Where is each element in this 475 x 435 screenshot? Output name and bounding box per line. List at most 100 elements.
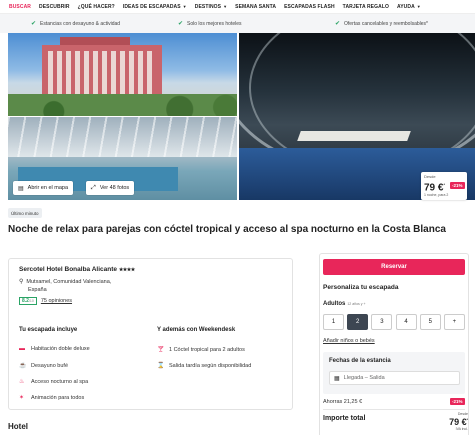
booking-panel: Reservar Personaliza tu escapada Adultos… [319, 253, 469, 435]
breakfast-icon: ☕ [19, 363, 27, 369]
perks-bar: ✔ Estancias con desayuno & actividad ✔ Sol… [0, 14, 475, 33]
photo-gallery: ▤ Abrir en el mapa ⤢ Ver 48 fotos [0, 33, 475, 200]
total-price: Desde 79 €* IVA incl. [442, 412, 468, 431]
divider [323, 409, 465, 410]
nav-item-que-hacer[interactable]: ¿QUÉ HACER? [78, 4, 115, 10]
include-item: ♨ Acceso nocturno al spa [19, 378, 89, 386]
expand-icon: ⤢ [91, 184, 96, 191]
adults-label: Adultos 12 años y + [323, 301, 366, 307]
calendar-icon: ▦ [334, 375, 340, 382]
late-checkout-icon: ⌛ [157, 363, 165, 369]
extra-item: 🍸︎ 1 Cóctel tropical para 2 adultos [157, 346, 245, 354]
adults-option-2[interactable]: 2 [347, 314, 369, 330]
include-label: Animación para todos [31, 394, 85, 401]
nav-item-ideas-de-escapadas[interactable]: IDEAS DE ESCAPADAS ▼ [123, 4, 187, 10]
perk-item: ✔ Solo los mejores hoteles [178, 14, 242, 33]
include-item: ✶ Animación para todos [19, 394, 85, 402]
hotel-address: ⚲ Mutxamel, Comunidad Valenciana, España [19, 278, 111, 294]
check-icon: ✔ [178, 21, 184, 27]
hotel-rating: 8.2/10 75 opiniones [19, 297, 72, 305]
perk-label: Ofertas cancelables y reembolsables* [344, 20, 428, 27]
perk-label: Solo los mejores hoteles [187, 20, 242, 27]
nav-item-descubrir[interactable]: DESCUBRIR [39, 4, 70, 10]
include-label: Desayuno bufé [31, 362, 68, 369]
top-nav: BUSCAR DESCUBRIR ¿QUÉ HACER? IDEAS DE ES… [0, 0, 475, 14]
nav-item-escapadas-flash[interactable]: ESCAPADAS FLASH [284, 4, 335, 10]
total-amount: 79 €* [442, 416, 468, 427]
adults-option-1[interactable]: 1 [323, 314, 344, 330]
chevron-down-icon: ▼ [182, 3, 187, 9]
adults-option-more[interactable]: + [443, 314, 465, 330]
extra-label: 1 Cóctel tropical para 2 adultos [169, 346, 245, 353]
customize-heading: Personaliza tu escapada [323, 284, 399, 291]
chevron-down-icon: ▼ [223, 3, 228, 9]
map-icon: ▤ [18, 185, 24, 192]
hotel-section-heading: Hotel [8, 422, 28, 431]
perk-item: ✔ Estancias con desayuno & actividad [31, 14, 120, 33]
nav-item-tarjeta-regalo[interactable]: TARJETA REGALO [343, 4, 389, 10]
adults-option-3[interactable]: 3 [371, 314, 393, 330]
dates-placeholder: Llegada – Salida [343, 375, 385, 381]
hotel-name[interactable]: Sercotel Hotel Bonalba Alicante ★★★★ [19, 266, 135, 273]
view-photos-button[interactable]: ⤢ Ver 48 fotos [86, 181, 135, 195]
open-map-label: Abrir en el mapa [27, 185, 69, 191]
dates-input[interactable]: ▦ Llegada – Salida [329, 371, 460, 385]
perk-item: ✔ Ofertas cancelables y reembolsables* [335, 14, 428, 33]
gallery-price-badge: Desde 79 €* 1 noche, para 2 -21% [421, 172, 467, 200]
adults-option-4[interactable]: 4 [395, 314, 417, 330]
nav-item-label: AYUDA [396, 3, 415, 10]
nav-item-label: IDEAS DE ESCAPADAS [122, 3, 181, 10]
score-badge: 8.2/10 [19, 297, 37, 305]
check-icon: ✔ [31, 21, 37, 27]
extras-heading: Y además con Weekendesk [157, 327, 236, 333]
adults-text: Adultos [323, 301, 346, 307]
location-pin-icon: ⚲ [19, 279, 24, 285]
dates-box: Fechas de la estancia ▦ Llegada – Salida [323, 352, 465, 394]
bed-icon: ▬ [19, 346, 25, 352]
page-title: Noche de relax para parejas con cóctel t… [8, 224, 446, 235]
include-label: Acceso nocturno al spa [31, 378, 89, 385]
nav-item-ayuda[interactable]: AYUDA ▼ [397, 4, 421, 10]
adults-option-5[interactable]: 5 [419, 314, 441, 330]
price-per-label: 1 noche, para 2 [424, 193, 449, 198]
add-kids-link[interactable]: Añadir niños o bebés [323, 338, 375, 344]
extra-item: ⌛ Salida tardía según disponibilidad [157, 362, 252, 370]
total-label: Importe total [323, 415, 366, 422]
nav-item-buscar[interactable]: BUSCAR [9, 4, 31, 10]
score-max: /10 [28, 299, 34, 303]
opinions-link[interactable]: 75 opiniones [41, 298, 72, 304]
price-asterisk: * [443, 182, 446, 187]
price-value: 79 € [424, 182, 444, 194]
hotel-name-text: Sercotel Hotel Bonalba Alicante [19, 266, 118, 273]
perk-label: Estancias con desayuno & actividad [40, 20, 121, 27]
dates-label: Fechas de la estancia [329, 358, 391, 364]
nav-item-destinos[interactable]: DESTINOS ▼ [195, 4, 227, 10]
chevron-down-icon: ▼ [416, 3, 421, 9]
discount-badge: -21% [450, 182, 465, 189]
include-item: ☕ Desayuno bufé [19, 362, 68, 370]
hotel-exterior-photo[interactable] [8, 33, 237, 116]
includes-heading: Tu escapada incluye [19, 327, 78, 333]
star-rating-icon: ★★★★ [118, 267, 135, 273]
adults-selector: 1 2 3 4 5 + [323, 314, 465, 330]
address-line-1: Mutxamel, Comunidad Valenciana, [26, 279, 112, 285]
adults-note: 12 años y + [347, 302, 366, 306]
total-value: 79 € [449, 417, 467, 427]
check-icon: ✔ [335, 21, 341, 27]
score-value: 8.2 [22, 298, 29, 304]
address-line-2: España [28, 287, 47, 293]
total-iva: IVA incl. [455, 427, 468, 431]
total-asterisk: * [466, 418, 468, 422]
extra-label: Salida tardía según disponibilidad [169, 362, 252, 369]
savings-discount-badge: -21% [450, 398, 465, 405]
open-map-button[interactable]: ▤ Abrir en el mapa [13, 181, 74, 195]
reserve-button[interactable]: Reservar [323, 259, 465, 275]
nav-item-label: DESTINOS [194, 3, 222, 10]
cocktail-icon: 🍸︎ [157, 347, 165, 353]
nav-item-semana-santa[interactable]: SEMANA SANTA [235, 4, 276, 10]
include-item: ▬ Habitación doble deluxe [19, 346, 90, 352]
entertainment-icon: ✶ [19, 395, 25, 401]
spa-icon: ♨ [19, 379, 25, 385]
include-label: Habitación doble deluxe [31, 346, 90, 352]
view-photos-label: Ver 48 fotos [99, 185, 130, 191]
